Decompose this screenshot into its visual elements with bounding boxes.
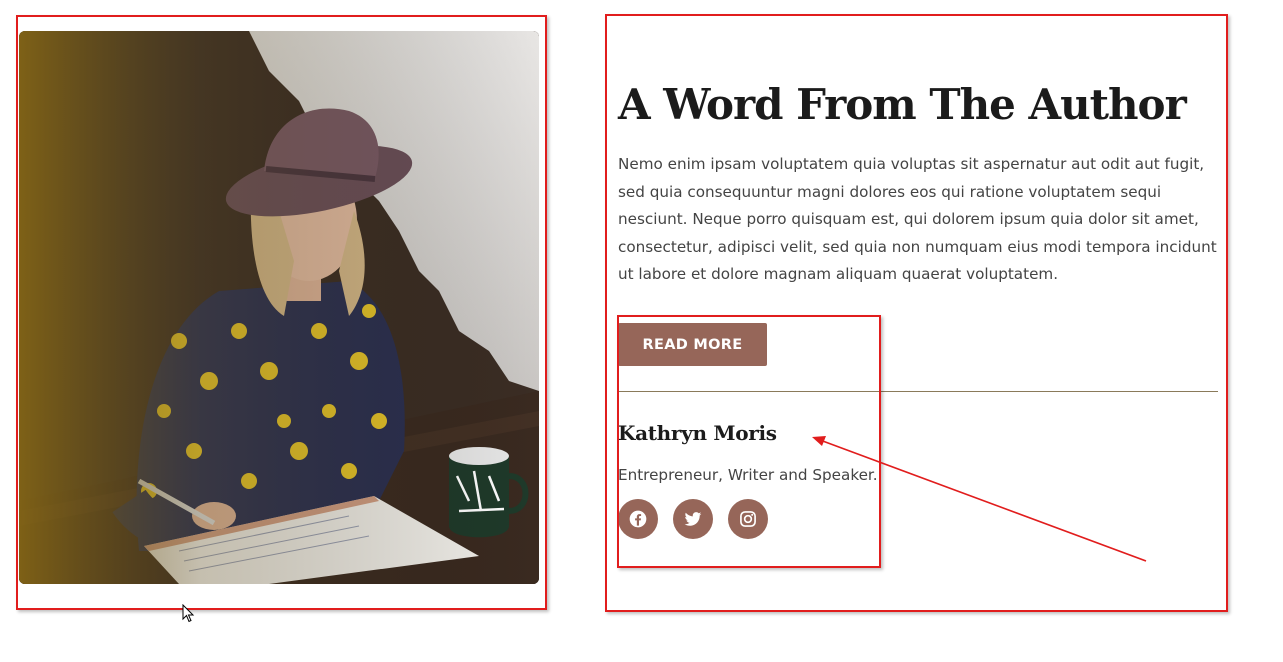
facebook-icon[interactable] [618, 499, 658, 539]
author-name: Kathryn Moris [618, 421, 777, 445]
read-more-button[interactable]: READ MORE [618, 323, 767, 366]
author-photo [19, 31, 539, 584]
mouse-cursor-icon [182, 604, 195, 623]
author-role: Entrepreneur, Writer and Speaker. [618, 466, 878, 484]
twitter-icon[interactable] [673, 499, 713, 539]
section-title: A Word From The Author [618, 80, 1187, 129]
divider [618, 391, 1218, 392]
instagram-icon[interactable] [728, 499, 768, 539]
section-body: Nemo enim ipsam voluptatem quia voluptas… [618, 155, 1217, 284]
